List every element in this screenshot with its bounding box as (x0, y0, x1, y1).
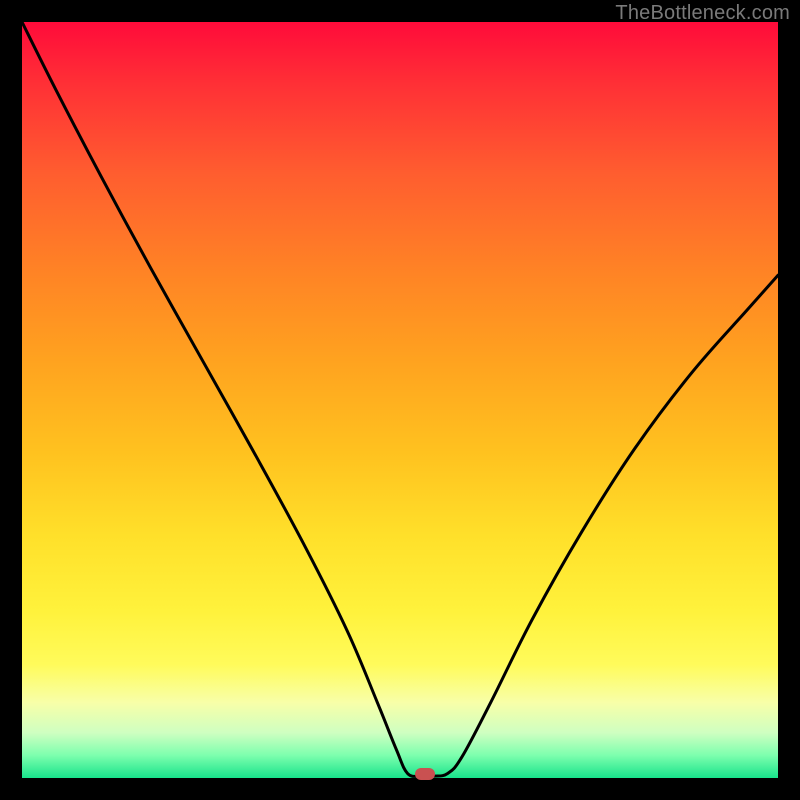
bottleneck-curve (22, 22, 778, 778)
chart-frame: TheBottleneck.com (0, 0, 800, 800)
plot-area (22, 22, 778, 778)
curve-path (22, 22, 778, 776)
optimal-marker (415, 768, 435, 780)
